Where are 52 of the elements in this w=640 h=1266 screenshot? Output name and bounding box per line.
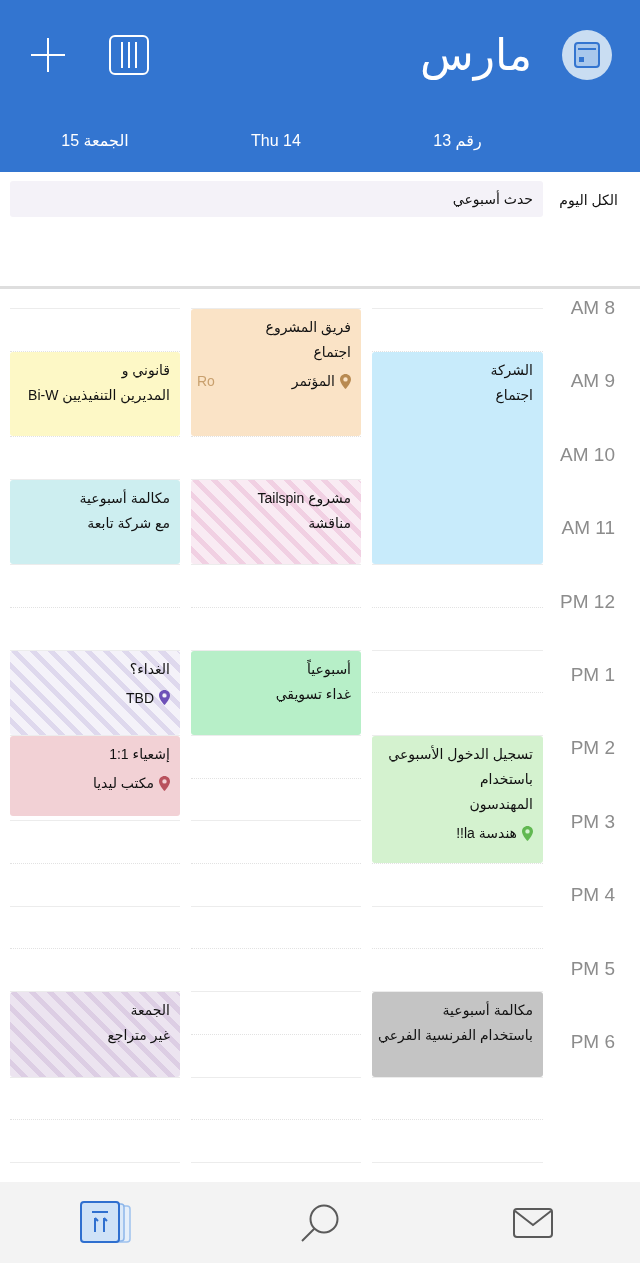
event-title: تسجيل الدخول الأسبوعي باستخدام المهندسون — [387, 744, 533, 815]
time-label: 6 PM — [569, 1029, 616, 1054]
time-label: 3 PM — [569, 809, 616, 834]
event-card[interactable]: مشروع Tailspin مناقشة — [191, 479, 361, 565]
all-day-event[interactable]: حدث أسبوعي — [10, 181, 543, 217]
event-title: مكالمة أسبوعية باستخدام الفرنسية الفرعي — [378, 1000, 533, 1046]
event-card[interactable]: إشعياء 1:1 مكتب ليديا — [10, 736, 180, 817]
event-card[interactable]: الشركة اجتماع — [372, 351, 543, 565]
all-day-label: الكل اليوم — [558, 191, 619, 210]
search-icon[interactable] — [301, 1203, 339, 1242]
event-title: إشعياء 1:1 — [108, 745, 170, 764]
event-title: الشركة اجتماع — [489, 360, 533, 406]
time-label: 4 PM — [569, 883, 616, 908]
columns-view-icon[interactable] — [109, 35, 149, 75]
event-location: المؤتمر — [291, 372, 335, 391]
event-title: مكالمة أسبوعية مع شركة تابعة — [78, 488, 170, 534]
time-label: 10 AM — [559, 442, 616, 467]
event-location: TBD — [126, 688, 154, 708]
event-title: الجمعة غير متراجع — [106, 1001, 170, 1046]
time-label: 12 PM — [559, 589, 616, 614]
add-icon[interactable] — [31, 38, 65, 72]
location-pin-icon — [159, 775, 170, 791]
time-label: 11 AM — [560, 516, 616, 541]
event-card[interactable]: مكالمة أسبوعية مع شركة تابعة — [10, 479, 180, 565]
event-title: قانوني و المديرين التنفيذيين Bi-W — [27, 360, 170, 406]
event-title: الغداء؟ — [128, 659, 170, 679]
event-card[interactable]: قانوني و المديرين التنفيذيين Bi-W — [10, 351, 180, 437]
day-label[interactable]: رقم 13 — [372, 129, 543, 153]
calendar-icon[interactable] — [562, 30, 612, 80]
event-card[interactable]: أسبوعياً غداء تسويقي — [191, 650, 361, 735]
calendar-icon[interactable] — [79, 1200, 134, 1245]
day-label[interactable]: Thu 14 — [191, 129, 361, 153]
location-pin-icon — [159, 690, 170, 706]
location-pin-icon — [522, 825, 533, 841]
day-label[interactable]: الجمعة 15 — [10, 129, 180, 153]
event-location: مكتب ليديا — [92, 774, 154, 793]
mail-icon[interactable] — [513, 1207, 554, 1238]
time-label: 1 PM — [569, 662, 616, 687]
event-card[interactable]: الجمعة غير متراجع — [10, 992, 180, 1077]
month-title: مارس — [420, 29, 532, 83]
event-title: أسبوعياً غداء تسويقي — [274, 658, 351, 705]
event-location: هندسة la!! — [456, 824, 517, 843]
event-title: فريق المشروع اجتماع — [264, 318, 351, 363]
event-location: Ro — [197, 372, 215, 391]
time-label: 5 PM — [569, 956, 616, 981]
time-label: 2 PM — [569, 736, 616, 761]
location-pin-icon — [340, 373, 351, 389]
event-title: مشروع Tailspin مناقشة — [256, 488, 351, 533]
event-card[interactable]: مكالمة أسبوعية باستخدام الفرنسية الفرعي — [372, 992, 543, 1077]
event-card[interactable]: تسجيل الدخول الأسبوعي باستخدام المهندسون هندسة la!! — [372, 736, 543, 864]
time-label: 9 AM — [569, 369, 616, 394]
time-label: 8 AM — [569, 296, 616, 320]
